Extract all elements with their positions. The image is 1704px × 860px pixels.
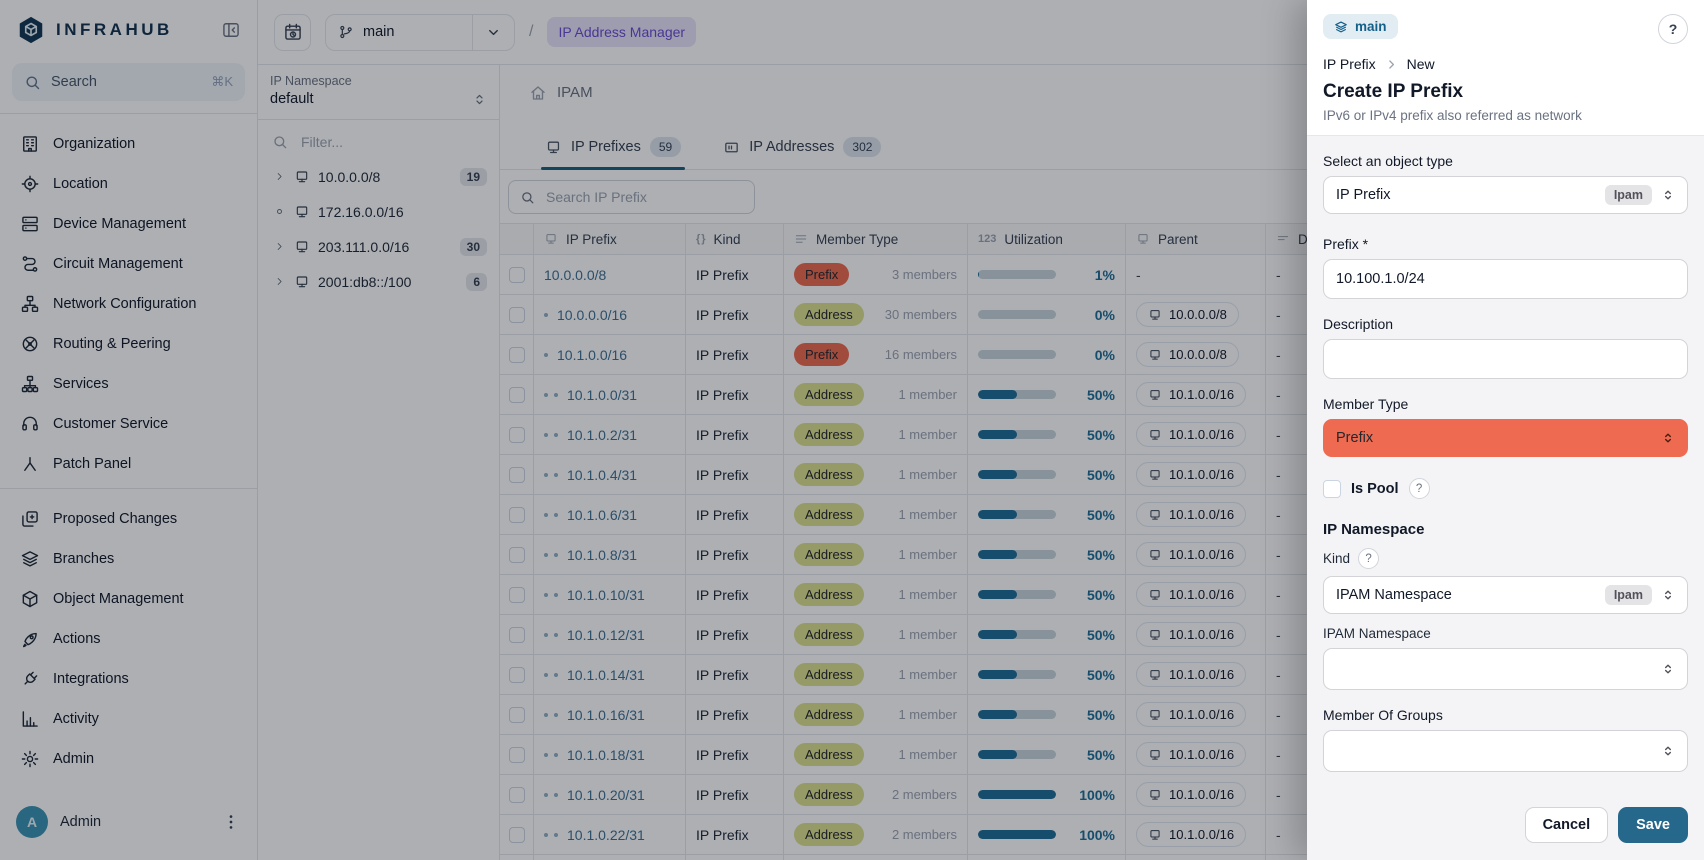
description-label: Description [1323,316,1688,332]
kind-select[interactable]: IPAM Namespace Ipam [1323,576,1688,614]
panel-title: Create IP Prefix [1323,81,1688,103]
modal-dim-overlay[interactable] [0,0,1307,860]
ipam-namespace-select[interactable] [1323,648,1688,690]
ipam-pill: Ipam [1605,585,1652,605]
panel-breadcrumb-current: New [1407,56,1435,72]
kind-help-button[interactable]: ? [1358,548,1379,569]
member-of-groups-select[interactable] [1323,730,1688,772]
help-button[interactable]: ? [1658,14,1688,44]
kind-label: Kind [1323,551,1350,566]
chevron-updown-icon [1661,431,1675,445]
description-field [1323,339,1688,379]
object-type-label: Select an object type [1323,153,1688,169]
object-type-value: IP Prefix [1336,187,1596,203]
chevron-right-icon [1385,58,1398,71]
object-type-select[interactable]: IP Prefix Ipam [1323,176,1688,214]
member-of-groups-label: Member Of Groups [1323,707,1688,723]
cancel-button[interactable]: Cancel [1525,807,1609,843]
save-button[interactable]: Save [1618,807,1688,843]
member-type-value: Prefix [1336,430,1652,446]
panel-subtitle: IPv6 or IPv4 prefix also referred as net… [1323,108,1688,123]
is-pool-help-button[interactable]: ? [1409,478,1430,499]
description-input[interactable] [1336,351,1675,367]
is-pool-label: Is Pool [1351,481,1399,497]
chevron-updown-icon [1661,744,1675,758]
panel-breadcrumb: IP Prefix New [1323,56,1688,72]
prefix-label: Prefix * [1323,236,1688,252]
app-root: INFRAHUB Search ⌘K OrganizationLocationD… [0,0,1704,860]
prefix-input[interactable] [1336,271,1675,287]
chevron-updown-icon [1661,588,1675,602]
ipam-namespace-label: IPAM Namespace [1323,626,1688,641]
member-type-label: Member Type [1323,396,1688,412]
chevron-updown-icon [1661,188,1675,202]
panel-header: main ? IP Prefix New Create IP Prefix IP… [1307,0,1704,135]
namespace-section-title: IP Namespace [1323,521,1688,538]
branch-badge: main [1323,14,1398,39]
is-pool-row: Is Pool ? [1323,478,1688,499]
layers-icon [1334,20,1348,34]
branch-badge-label: main [1355,19,1387,34]
create-prefix-panel: main ? IP Prefix New Create IP Prefix IP… [1307,0,1704,860]
ipam-pill: Ipam [1605,185,1652,205]
is-pool-checkbox[interactable] [1323,480,1341,498]
kind-value: IPAM Namespace [1336,587,1596,603]
prefix-field [1323,259,1688,299]
panel-form: Select an object type IP Prefix Ipam Pre… [1307,135,1704,860]
chevron-updown-icon [1661,662,1675,676]
kind-label-row: Kind ? [1323,548,1688,569]
panel-breadcrumb-parent[interactable]: IP Prefix [1323,56,1376,72]
panel-footer: Cancel Save [1323,793,1688,843]
member-type-select[interactable]: Prefix [1323,419,1688,457]
